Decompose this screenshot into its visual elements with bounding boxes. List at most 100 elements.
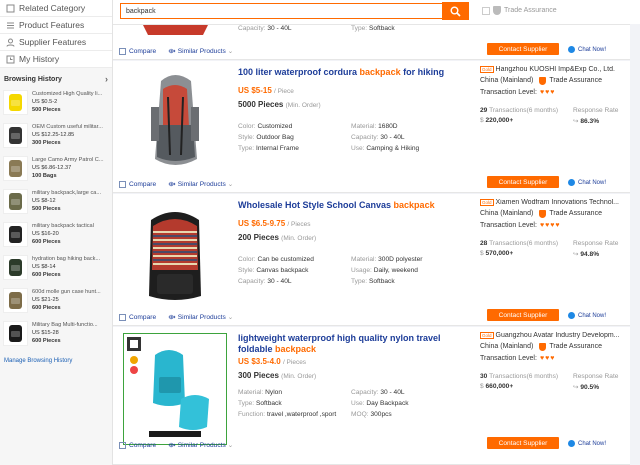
product-attr-type: Type: Softback <box>351 25 395 32</box>
similar-products-link[interactable]: ⟴ Similar Products ⌄ <box>168 441 233 450</box>
similar-icon: ⟴ <box>168 442 176 449</box>
similar-products-link[interactable]: ⟴ Similar Products ⌄ <box>168 313 234 322</box>
history-item[interactable]: hydration bag hiking back... US $8-14 60… <box>0 253 112 286</box>
history-item-title[interactable]: Customized High Quality li... <box>32 90 109 98</box>
sidebar-item-supplier-features[interactable]: Supplier Features <box>0 34 112 51</box>
history-item-title[interactable]: 600d molle gun case hunt... <box>32 288 109 296</box>
product-attribute: Usage: Daily, weekend <box>351 267 418 274</box>
response-rate-label: Response Rate <box>573 373 619 380</box>
sidebar-item-product-features[interactable]: Product Features <box>0 17 112 34</box>
history-thumbnail[interactable] <box>3 321 28 346</box>
history-item-moq: 600 Pieces <box>32 305 61 311</box>
transactions-stat: 29 Transactions(6 months) <box>480 107 559 114</box>
product-price: US $6.5-9.75 / Pieces <box>238 219 311 228</box>
history-item-title[interactable]: Military Bag Multi-functio... <box>32 321 109 329</box>
left-sidebar: Related Category Product Features Suppli… <box>0 0 113 465</box>
history-thumbnail[interactable] <box>3 288 28 313</box>
product-title-link[interactable]: 100 liter waterproof cordura backpack fo… <box>238 67 460 78</box>
history-item[interactable]: military backpack,large ca... US $8-12 5… <box>0 187 112 220</box>
product-image[interactable] <box>123 333 227 445</box>
history-thumbnail[interactable] <box>3 123 28 148</box>
product-attribute: Capacity: 30 - 40L <box>238 278 292 285</box>
chevron-right-icon[interactable]: › <box>105 74 108 84</box>
history-item[interactable]: military backpack tactical US $16-20 600… <box>0 220 112 253</box>
history-item-title[interactable]: Large Camo Army Patrol C... <box>32 156 109 164</box>
trade-assurance-filter[interactable]: Trade Assurance <box>482 6 557 15</box>
product-attribute: Type: Softback <box>351 278 395 285</box>
history-item-title[interactable]: OEM Custom useful militar... <box>32 123 109 131</box>
contact-supplier-button[interactable]: Contact Supplier <box>487 437 559 449</box>
product-image[interactable] <box>123 200 227 312</box>
history-thumbnail[interactable] <box>3 255 28 280</box>
contact-supplier-button[interactable]: Contact Supplier <box>487 176 559 188</box>
compare-checkbox[interactable]: Compare <box>119 47 156 55</box>
chat-now-link[interactable]: Chat Now! <box>568 46 606 53</box>
gold-supplier-icon: Gold <box>480 332 494 339</box>
history-item-price: US $12.25-12.85 <box>32 132 75 138</box>
history-thumbnail[interactable] <box>3 156 28 181</box>
product-attribute: Color: Can be customized <box>238 256 314 263</box>
contact-supplier-button[interactable]: Contact Supplier <box>487 309 559 321</box>
compare-checkbox[interactable]: Compare <box>119 441 156 449</box>
gold-supplier-icon: Gold <box>480 199 494 206</box>
sidebar-item-label: Product Features <box>19 20 85 30</box>
product-price: US $3.5-4.0 / Pieces <box>238 357 307 366</box>
history-item-title[interactable]: hydration bag hiking back... <box>32 255 109 263</box>
product-title-link[interactable]: lightweight waterproof high quality nylo… <box>238 333 460 355</box>
chevron-down-icon: ⌄ <box>227 48 234 55</box>
history-thumbnail[interactable] <box>3 189 28 214</box>
compare-checkbox[interactable]: Compare <box>119 313 156 321</box>
sidebar-item-label: Supplier Features <box>19 37 87 47</box>
sidebar-nav: Related Category Product Features Suppli… <box>0 0 112 68</box>
history-item-price: US $21-25 <box>32 297 59 303</box>
similar-icon: ⟴ <box>168 48 176 55</box>
compare-checkbox[interactable]: Compare <box>119 180 156 188</box>
search-input-value[interactable]: backpack <box>121 8 467 15</box>
supplier-name-link[interactable]: Gold Guangzhou Avatar Industry Developm..… <box>480 332 621 339</box>
product-moq: 5000 Pieces (Min. Order) <box>238 100 321 109</box>
manage-browsing-history-link[interactable]: Manage Browsing History <box>0 352 112 370</box>
chevron-down-icon: ⌄ <box>227 181 234 188</box>
chevron-down-icon: ⌄ <box>227 314 234 321</box>
history-item-title[interactable]: military backpack,large ca... <box>32 189 109 197</box>
history-item-moq: 300 Pieces <box>32 140 61 146</box>
search-input[interactable]: backpack <box>120 2 469 20</box>
similar-products-link[interactable]: ⟴ Similar Products ⌄ <box>168 180 234 189</box>
chat-now-link[interactable]: Chat Now! <box>568 440 606 447</box>
supplier-icon <box>5 37 16 47</box>
product-attribute: MOQ: 300pcs <box>351 411 392 418</box>
chat-now-link[interactable]: Chat Now! <box>568 312 606 319</box>
history-item[interactable]: Military Bag Multi-functio... US $15-28 … <box>0 319 112 352</box>
product-attribute: Material: Nylon <box>238 389 282 396</box>
history-item[interactable]: 600d molle gun case hunt... US $21-25 60… <box>0 286 112 319</box>
contact-supplier-button[interactable]: Contact Supplier <box>487 43 559 55</box>
product-card: 100 liter waterproof cordura backpack fo… <box>113 61 630 193</box>
chat-now-link[interactable]: Chat Now! <box>568 179 606 186</box>
trade-assurance-icon <box>539 342 547 351</box>
sidebar-item-related-category[interactable]: Related Category <box>0 0 112 17</box>
sidebar-item-my-history[interactable]: My History <box>0 51 112 68</box>
history-item-moq: 600 Pieces <box>32 338 61 344</box>
supplier-name-link[interactable]: Gold Hangzhou KUOSHI Imp&Exp Co., Ltd. <box>480 66 621 73</box>
product-image[interactable] <box>123 67 227 179</box>
history-item-price: US $16-20 <box>32 231 59 237</box>
response-rate-value: ↪ 86.3% <box>573 118 600 125</box>
trade-assurance-checkbox[interactable] <box>482 6 490 15</box>
reply-icon: ↪ <box>573 384 579 391</box>
history-item-price: US $6.86-12.37 <box>32 165 72 171</box>
history-thumbnail[interactable] <box>3 90 28 115</box>
history-item-moq: 600 Pieces <box>32 272 61 278</box>
browsing-history-title: Browsing History <box>4 75 62 83</box>
similar-products-link[interactable]: ⟴ Similar Products ⌄ <box>168 47 234 56</box>
sidebar-item-label: Related Category <box>19 3 86 13</box>
supplier-name-link[interactable]: Gold Xiamen Wodfram Innovations Technol..… <box>480 199 621 206</box>
product-title-link[interactable]: Wholesale Hot Style School Canvas backpa… <box>238 200 460 211</box>
history-item[interactable]: OEM Custom useful militar... US $12.25-1… <box>0 121 112 154</box>
product-image-partial[interactable] <box>123 25 227 35</box>
chat-icon <box>568 440 575 447</box>
history-item[interactable]: Customized High Quality li... US $0.5-2 … <box>0 88 112 121</box>
history-thumbnail[interactable] <box>3 222 28 247</box>
search-button[interactable] <box>442 2 469 20</box>
history-item[interactable]: Large Camo Army Patrol C... US $6.86-12.… <box>0 154 112 187</box>
history-item-title[interactable]: military backpack tactical <box>32 222 109 230</box>
